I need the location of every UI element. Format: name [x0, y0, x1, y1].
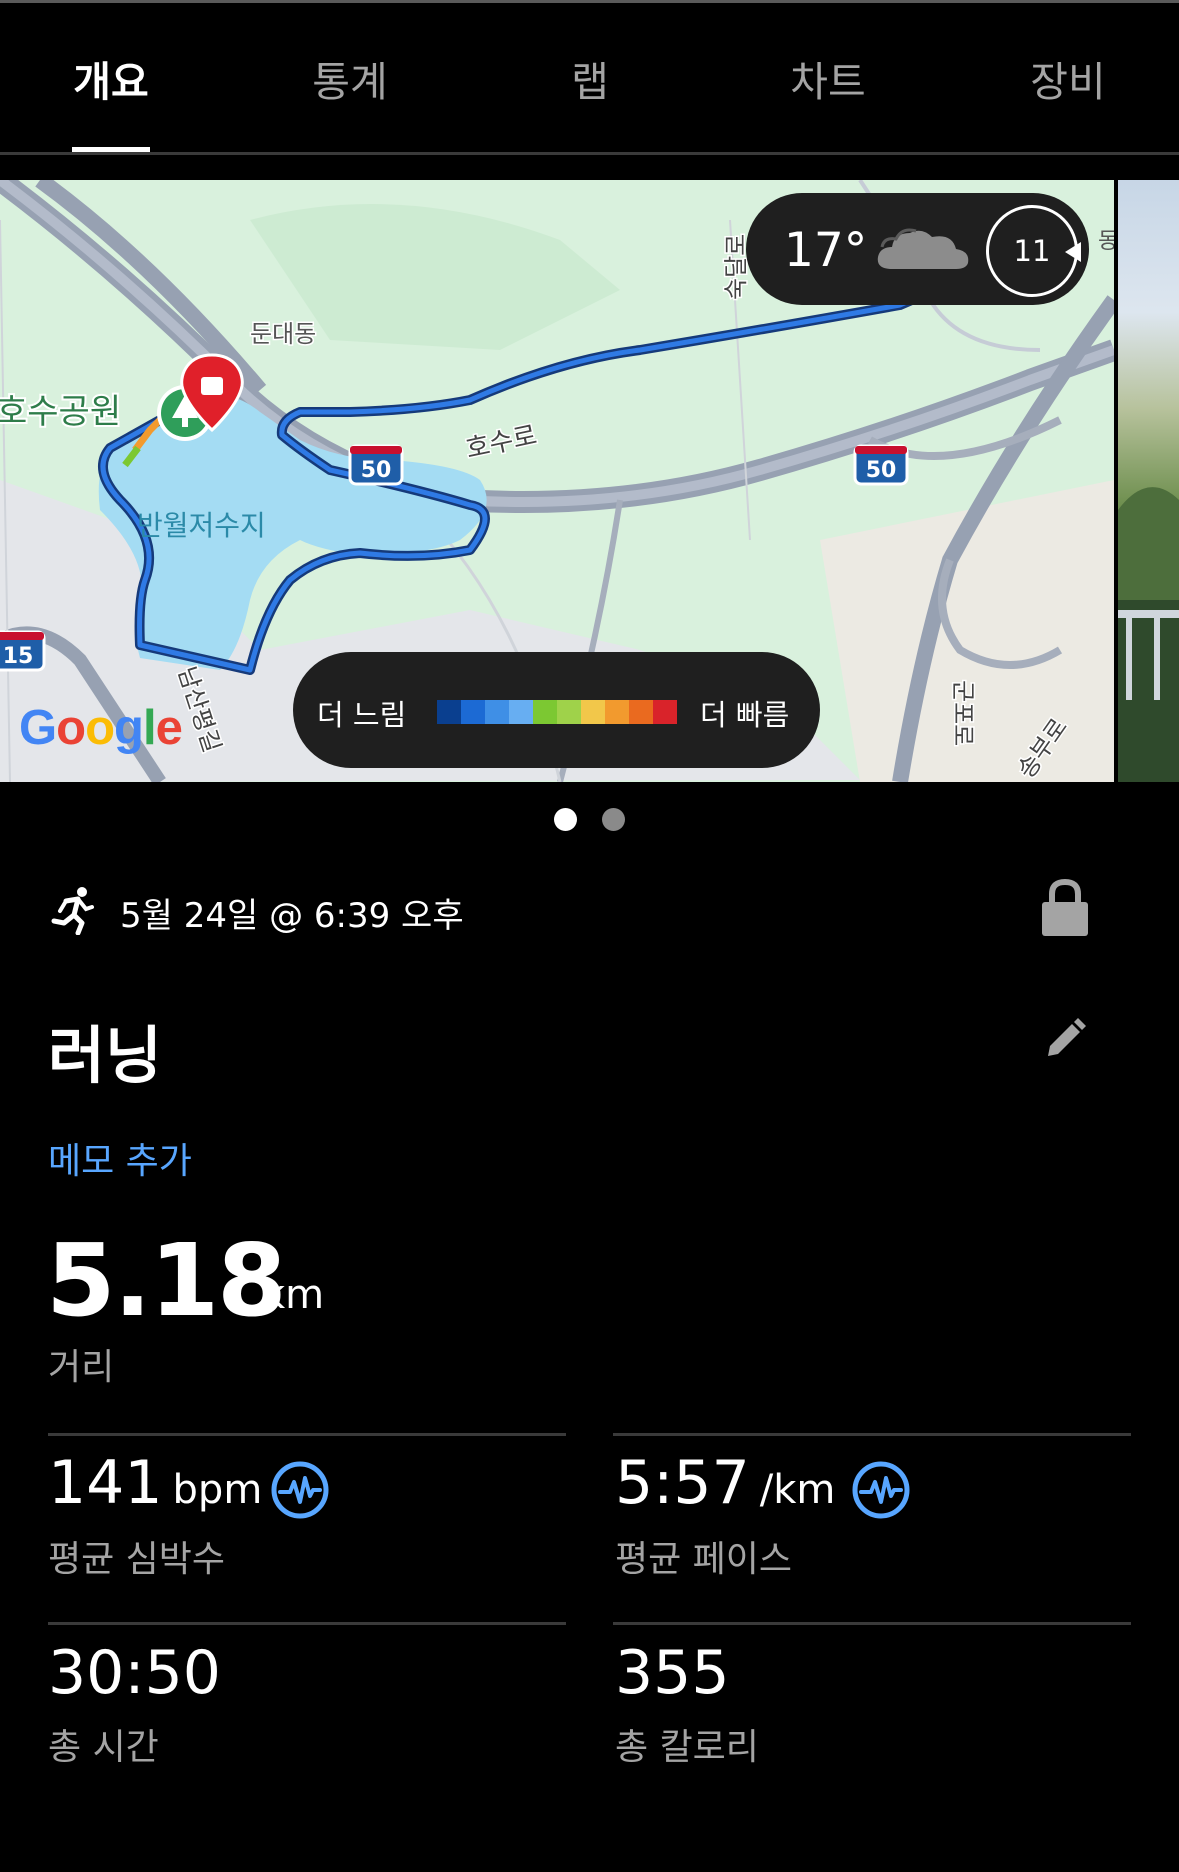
pager-dot-active[interactable]: [554, 808, 577, 831]
pace-swatch: [461, 700, 485, 724]
tab-bar: 개요 통계 랩 차트 장비: [0, 0, 1179, 156]
stat-divider: [48, 1622, 566, 1625]
pace-slow-label: 더 느림: [317, 698, 407, 732]
total-time-label: 총 시간: [48, 1727, 159, 1768]
avg-heart-rate-unit: bpm: [172, 1467, 263, 1513]
pace-color-bar: [437, 700, 677, 724]
pager-dot[interactable]: [602, 808, 625, 831]
reservoir-label: 반월저수지: [137, 509, 266, 542]
route-map[interactable]: 50 50 15 호수공원 둔대동 반월저수지 호수로 남산평길 숙달로 군포로…: [0, 180, 1114, 782]
district-label-edge: 동: [1098, 229, 1114, 254]
route-50-shield-a: 50: [348, 444, 404, 486]
stat-divider: [613, 1622, 1131, 1625]
edit-pencil-icon[interactable]: [1044, 1018, 1086, 1060]
pace-swatch: [581, 700, 605, 724]
svg-text:50: 50: [866, 458, 897, 483]
temperature: 17°: [784, 223, 868, 278]
wind-direction-icon: [1065, 242, 1081, 262]
distance-label: 거리: [48, 1347, 115, 1388]
pace-swatch: [605, 700, 629, 724]
distance-unit: km: [262, 1272, 325, 1318]
wind-indicator: 11: [986, 205, 1081, 297]
weather-badge: 17° 11: [746, 193, 1089, 305]
pace-swatch: [533, 700, 557, 724]
road-label-gunpo: 군포로: [949, 680, 977, 746]
pace-swatch: [509, 700, 533, 724]
stat-divider: [613, 1433, 1131, 1436]
cloud-icon: [877, 228, 969, 269]
svg-text:50: 50: [361, 458, 392, 483]
avg-pace-value: 5:57: [615, 1448, 750, 1518]
pace-swatch: [485, 700, 509, 724]
lock-icon[interactable]: [1040, 878, 1090, 938]
tab-laps[interactable]: 랩: [571, 48, 609, 108]
svg-text:15: 15: [3, 644, 34, 669]
tab-gear[interactable]: 장비: [1030, 48, 1105, 108]
tab-divider: [0, 152, 1179, 155]
pace-swatch: [653, 700, 677, 724]
pace-swatch: [629, 700, 653, 724]
avg-pace-label: 평균 페이스: [615, 1539, 793, 1580]
tab-stats[interactable]: 통계: [312, 48, 387, 108]
total-calories-label: 총 칼로리: [615, 1727, 759, 1768]
activity-title: 러닝: [48, 1019, 163, 1092]
distance-value: 5.18: [46, 1222, 287, 1339]
pager-dots: [0, 808, 1179, 832]
pace-swatch: [437, 700, 461, 724]
pace-fast-label: 더 빠름: [700, 698, 790, 732]
district-label: 둔대동: [250, 320, 316, 348]
google-logo: Google: [19, 701, 183, 755]
route-15-shield: 15: [0, 630, 46, 672]
avg-pace-unit: /km: [759, 1467, 836, 1513]
total-calories-value: 355: [615, 1638, 730, 1708]
photo-peek[interactable]: [1118, 180, 1179, 782]
park-label: 호수공원: [0, 392, 121, 432]
heart-rate-icon[interactable]: [270, 1460, 330, 1520]
road-label-hosu: 호수로: [463, 421, 539, 465]
avg-heart-rate-value: 141: [48, 1448, 163, 1518]
runner-icon: [51, 887, 94, 935]
total-time-value: 30:50: [48, 1638, 221, 1708]
add-memo-link[interactable]: 메모 추가: [48, 1132, 192, 1184]
avg-pace: 5:57/km: [615, 1448, 835, 1518]
wind-speed: 11: [1013, 234, 1051, 268]
route-50-shield-b: 50: [853, 444, 909, 486]
tab-charts[interactable]: 차트: [790, 48, 865, 108]
pace-legend: 더 느림 더 빠름: [293, 652, 820, 768]
avg-heart-rate-label: 평균 심박수: [48, 1539, 226, 1580]
activity-datetime: 5월 24일 @ 6:39 오후: [120, 896, 464, 936]
pace-swatch: [557, 700, 581, 724]
photo-thumbnail: [1118, 487, 1179, 782]
avg-heart-rate: 141 bpm: [48, 1448, 262, 1518]
stat-divider: [48, 1433, 566, 1436]
tab-overview[interactable]: 개요: [73, 48, 148, 108]
pace-chart-icon[interactable]: [851, 1460, 911, 1520]
